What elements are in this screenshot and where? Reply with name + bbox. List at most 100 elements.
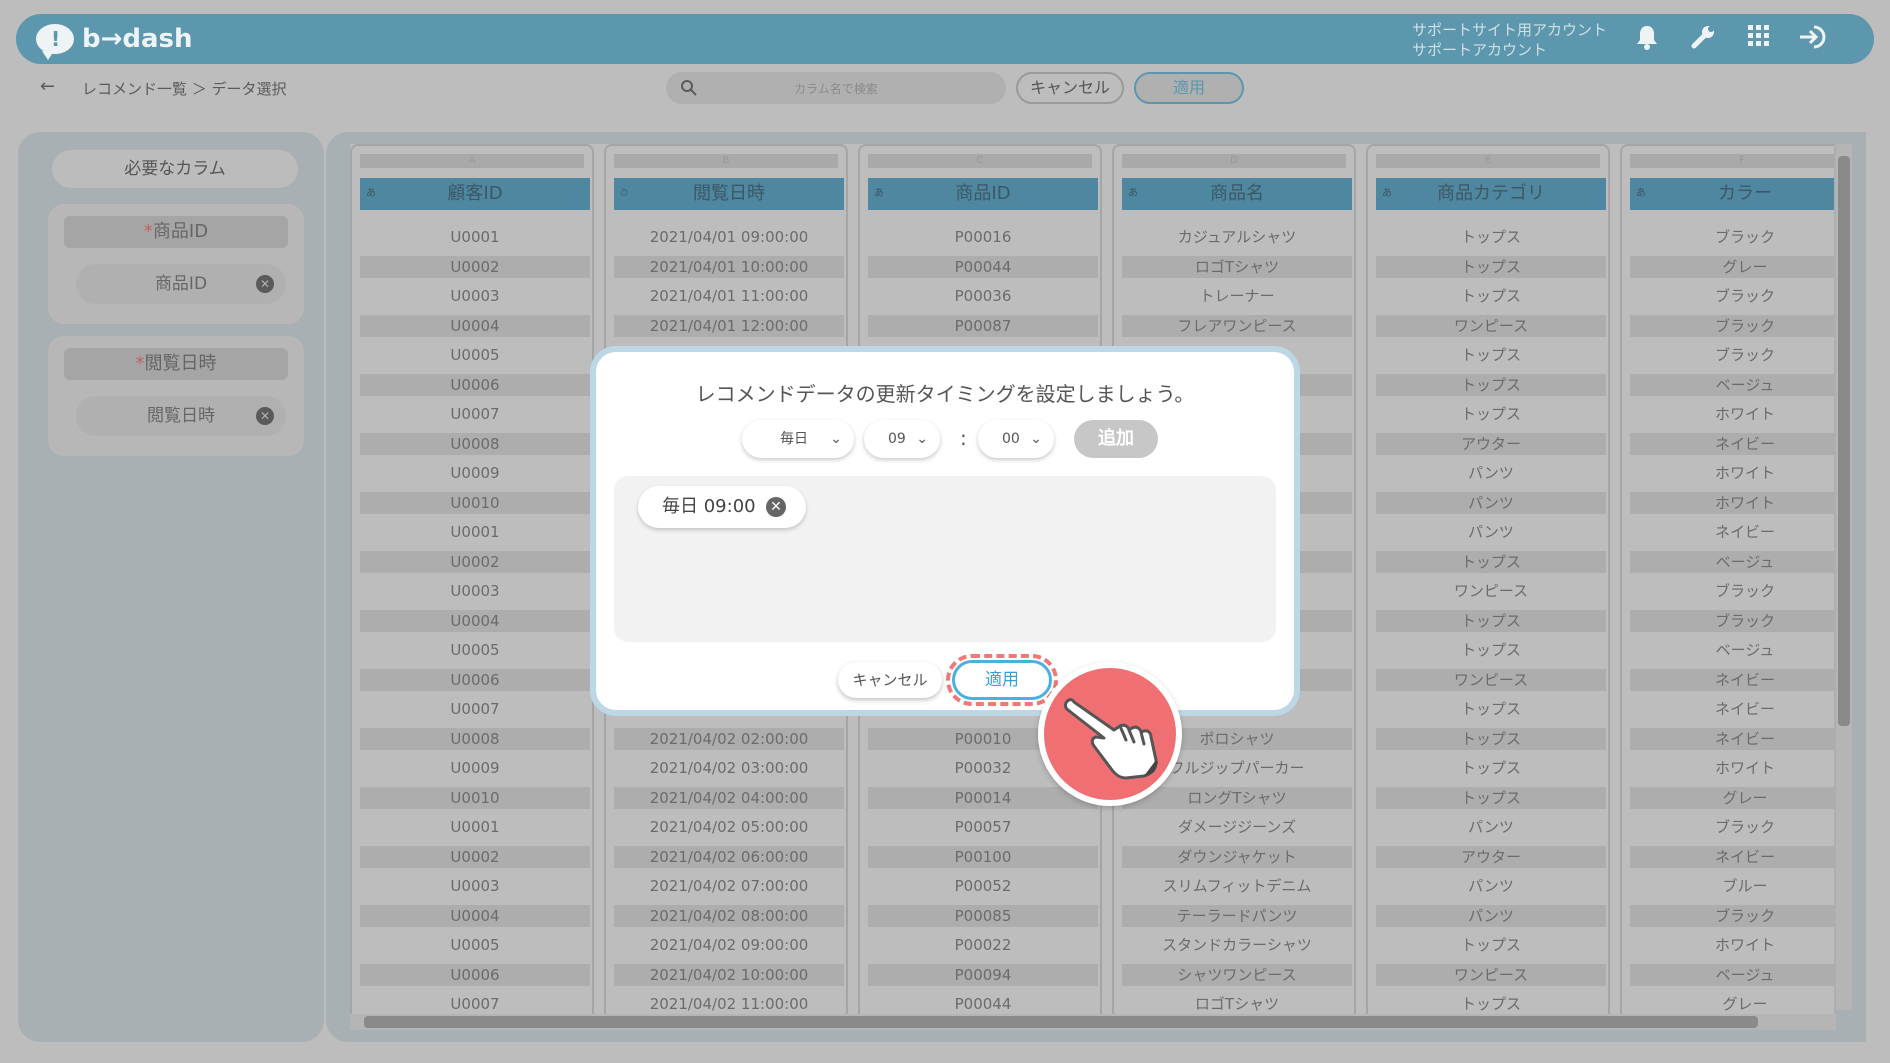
hour-select[interactable]: 09 ⌄ — [864, 420, 940, 458]
table-cell: トップス — [1460, 759, 1521, 777]
table-cell: ネイビー — [1630, 668, 1834, 691]
column-search-input[interactable]: カラム名で検索 — [666, 72, 1006, 104]
table-cell: ロゴTシャツ — [1122, 255, 1352, 278]
frequency-select[interactable]: 毎日 ⌄ — [742, 420, 854, 458]
required-asterisk-icon: * — [143, 221, 153, 242]
required-slot-label: *閲覧日時 — [64, 348, 288, 380]
vertical-scrollbar[interactable] — [1836, 144, 1852, 1010]
table-cell: フレアワンピース — [1122, 314, 1352, 337]
table-cell: 2021/04/02 09:00:00 — [649, 936, 809, 954]
required-slot-label: *商品ID — [64, 216, 288, 248]
assigned-column-chip[interactable]: 閲覧日時 ✕ — [76, 396, 286, 436]
column-header[interactable]: あ 商品ID — [868, 178, 1098, 210]
table-cell: 2021/04/01 09:00:00 — [649, 228, 809, 246]
remove-icon[interactable]: ✕ — [256, 275, 274, 293]
column-header[interactable]: あ 商品カテゴリ — [1376, 178, 1606, 210]
table-cell: U0010 — [360, 491, 590, 514]
table-cell: P00036 — [954, 287, 1012, 305]
table-cell: U0006 — [360, 668, 590, 691]
table-cell: ネイビー — [1714, 523, 1775, 541]
table-cell: U0006 — [360, 373, 590, 396]
column-type-icon: ⏱ — [620, 188, 628, 199]
app-header: ! b→dash サポートサイト用アカウント サポートアカウント — [16, 14, 1874, 64]
table-cell: ホワイト — [1714, 464, 1775, 482]
table-cell: カジュアルシャツ — [1177, 228, 1297, 246]
column-header-label: 商品名 — [1210, 183, 1264, 204]
table-cell: U0005 — [450, 641, 500, 659]
table-cell: ダウンジャケット — [1122, 845, 1352, 868]
remove-icon[interactable]: ✕ — [256, 407, 274, 425]
logout-icon[interactable] — [1798, 24, 1828, 54]
pointing-hand-icon — [1038, 662, 1182, 806]
account-info[interactable]: サポートサイト用アカウント サポートアカウント — [1412, 20, 1607, 60]
required-slot-view-datetime[interactable]: *閲覧日時 閲覧日時 ✕ — [48, 336, 304, 456]
table-cell: 2021/04/01 10:00:00 — [614, 255, 844, 278]
column-type-icon: あ — [1128, 188, 1138, 199]
table-cell: パンツ — [1376, 491, 1606, 514]
horizontal-scrollbar[interactable] — [350, 1014, 1836, 1030]
chevron-down-icon: ⌄ — [830, 431, 842, 447]
add-timing-button[interactable]: 追加 — [1074, 420, 1158, 458]
table-cell: U0005 — [450, 346, 500, 364]
account-name: サポートサイト用アカウント — [1412, 21, 1608, 39]
table-cell: U0008 — [360, 727, 590, 750]
table-cell: パンツ — [1468, 877, 1514, 895]
column-header-label: 商品ID — [955, 183, 1011, 204]
table-cell: P00052 — [954, 877, 1012, 895]
table-cell: トップス — [1460, 405, 1521, 423]
column-letter: C — [868, 154, 1092, 168]
column-header[interactable]: あ カラー — [1630, 178, 1834, 210]
remove-timing-icon[interactable]: ✕ — [766, 497, 786, 517]
bell-icon[interactable] — [1632, 24, 1662, 54]
minute-select[interactable]: 00 ⌄ — [978, 420, 1054, 458]
table-column[interactable]: F あカラー ブラック グレー ブラック ブラック ブラック ベージュ ホワイト ネイビー ホワイト… — [1620, 144, 1834, 1020]
column-letter: F — [1630, 154, 1834, 168]
column-type-icon: あ — [366, 188, 376, 199]
assigned-column-chip[interactable]: 商品ID ✕ — [76, 264, 286, 304]
table-cell: パンツ — [1468, 464, 1514, 482]
hour-value: 09 — [888, 431, 906, 447]
modal-cancel-button[interactable]: キャンセル — [838, 662, 942, 698]
apply-button[interactable]: 適用 — [1134, 72, 1244, 104]
table-cell: U0009 — [450, 759, 500, 777]
table-cell: U0004 — [360, 904, 590, 927]
back-arrow-icon[interactable]: ← — [40, 76, 55, 97]
table-cell: U0001 — [450, 228, 500, 246]
table-cell: ベージュ — [1715, 641, 1775, 659]
table-cell: ネイビー — [1630, 845, 1834, 868]
modal-apply-button[interactable]: 適用 — [952, 660, 1052, 700]
scrollbar-thumb[interactable] — [1838, 156, 1850, 726]
wrench-icon[interactable] — [1688, 24, 1718, 54]
column-header[interactable]: あ 顧客ID — [360, 178, 590, 210]
timing-chip-label: 毎日 09:00 — [662, 496, 756, 517]
column-header[interactable]: ⏱ 閲覧日時 — [614, 178, 844, 210]
table-cell: トップス — [1460, 346, 1521, 364]
table-column[interactable]: A あ 顧客ID U0001 U0002 U0003 U0004 U0005 U0006 U000… — [350, 144, 594, 1020]
table-cell: トップス — [1460, 700, 1521, 718]
table-cell: ブルー — [1722, 877, 1768, 895]
required-slot-product-id[interactable]: *商品ID 商品ID ✕ — [48, 204, 304, 324]
cancel-button[interactable]: キャンセル — [1016, 72, 1124, 104]
table-cell: ブラック — [1630, 609, 1834, 632]
table-cell: トップス — [1460, 995, 1521, 1013]
table-cell: 2021/04/02 08:00:00 — [614, 904, 844, 927]
table-cell: P00044 — [868, 255, 1098, 278]
table-cell: P00022 — [954, 936, 1012, 954]
column-header[interactable]: あ 商品名 — [1122, 178, 1352, 210]
table-cell: ワンピース — [1376, 668, 1606, 691]
grid-apps-icon[interactable] — [1744, 24, 1774, 54]
table-cell: パンツ — [1468, 818, 1514, 836]
timing-chip[interactable]: 毎日 09:00 ✕ — [638, 486, 806, 528]
logo[interactable]: ! b→dash — [36, 22, 193, 60]
table-cell: U0005 — [450, 936, 500, 954]
table-cell: ダメージジーンズ — [1177, 818, 1297, 836]
page: ! b→dash サポートサイト用アカウント サポートアカウント ← レコメンド… — [0, 0, 1890, 1063]
table-cell: 2021/04/02 10:00:00 — [614, 963, 844, 986]
chevron-down-icon: ⌄ — [1030, 431, 1042, 447]
column-type-icon: あ — [1636, 188, 1646, 199]
table-column[interactable]: E あ商品カテゴリ トップス トップス トップス ワンピース トップス トップス トップス アウタ… — [1366, 144, 1610, 1020]
table-cell: ホワイト — [1714, 936, 1775, 954]
scrollbar-thumb[interactable] — [364, 1016, 1758, 1028]
table-cell: ワンピース — [1376, 963, 1606, 986]
logo-text: b→dash — [82, 24, 193, 54]
